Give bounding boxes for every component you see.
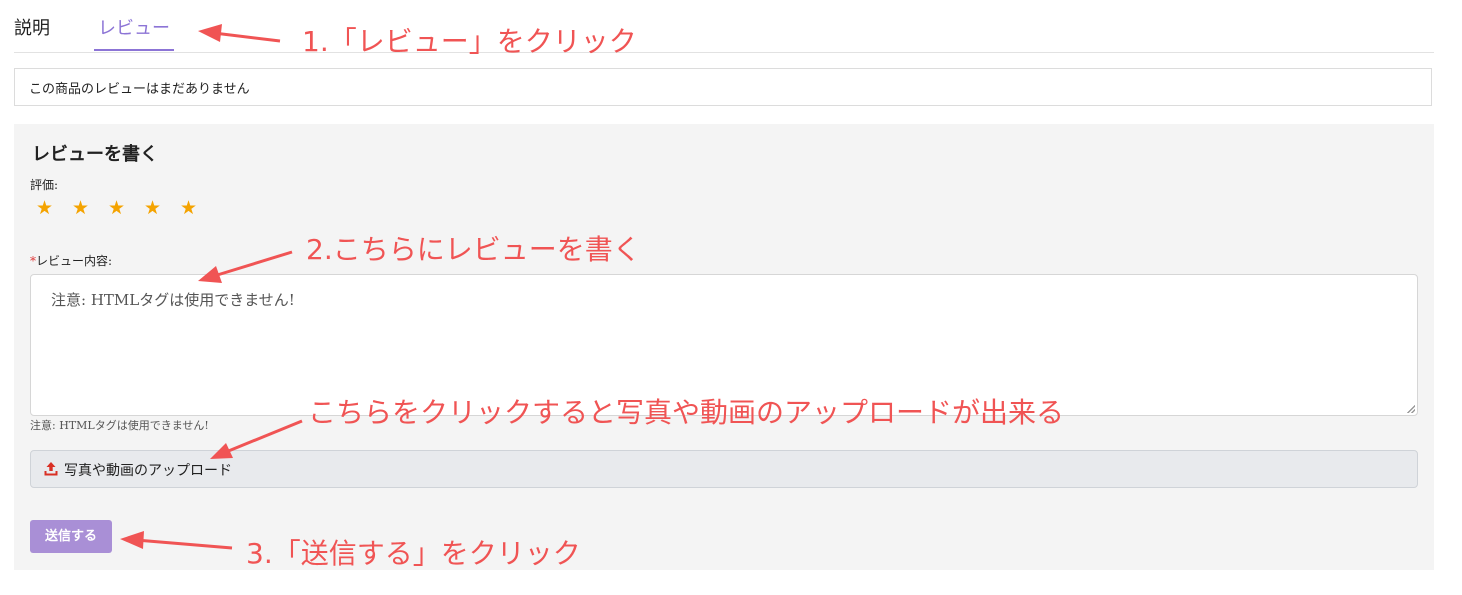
upload-media-button[interactable]: 写真や動画のアップロード	[30, 450, 1418, 488]
annotation-step1: 1.「レビュー」をクリック	[302, 25, 637, 58]
review-form: レビューを書く 評価: ★ ★ ★ ★ ★ *レビュー内容: 注意: HTMLタグは使用…	[14, 124, 1434, 570]
tab-review[interactable]: レビュー	[94, 14, 174, 40]
active-tab-indicator	[94, 49, 174, 51]
no-review-message: この商品のレビューはまだありません	[29, 82, 250, 97]
rating-label: 評価:	[30, 178, 59, 192]
product-tabs: 説明 レビュー	[14, 0, 1434, 53]
upload-icon	[44, 462, 58, 476]
no-review-box: この商品のレビューはまだありません	[14, 68, 1432, 106]
review-content-label: *レビュー内容:	[30, 252, 112, 269]
star-icon[interactable]: ★	[180, 196, 216, 220]
annotation-step3: 3.「送信する」をクリック	[246, 537, 581, 570]
submit-button[interactable]: 送信する	[30, 520, 112, 553]
tab-description[interactable]: 説明	[14, 14, 50, 40]
annotation-step2: 2.こちらにレビューを書く	[306, 233, 641, 266]
review-content-label-text: レビュー内容:	[36, 254, 113, 268]
upload-media-label: 写真や動画のアップロード	[64, 463, 232, 479]
star-icon[interactable]: ★	[108, 196, 144, 220]
review-help-text: 注意: HTMLタグは使用できません!	[30, 419, 209, 432]
resize-handle-icon[interactable]	[1407, 405, 1415, 413]
review-form-title: レビューを書く	[32, 144, 158, 165]
star-icon[interactable]: ★	[72, 196, 108, 220]
review-textarea-placeholder: 注意: HTMLタグは使用できません!	[51, 291, 295, 309]
star-icon[interactable]: ★	[36, 196, 72, 220]
annotation-upload-hint: こちらをクリックすると写真や動画のアップロードが出来る	[308, 396, 1065, 429]
rating-stars: ★ ★ ★ ★ ★	[36, 196, 216, 220]
star-icon[interactable]: ★	[144, 196, 180, 220]
